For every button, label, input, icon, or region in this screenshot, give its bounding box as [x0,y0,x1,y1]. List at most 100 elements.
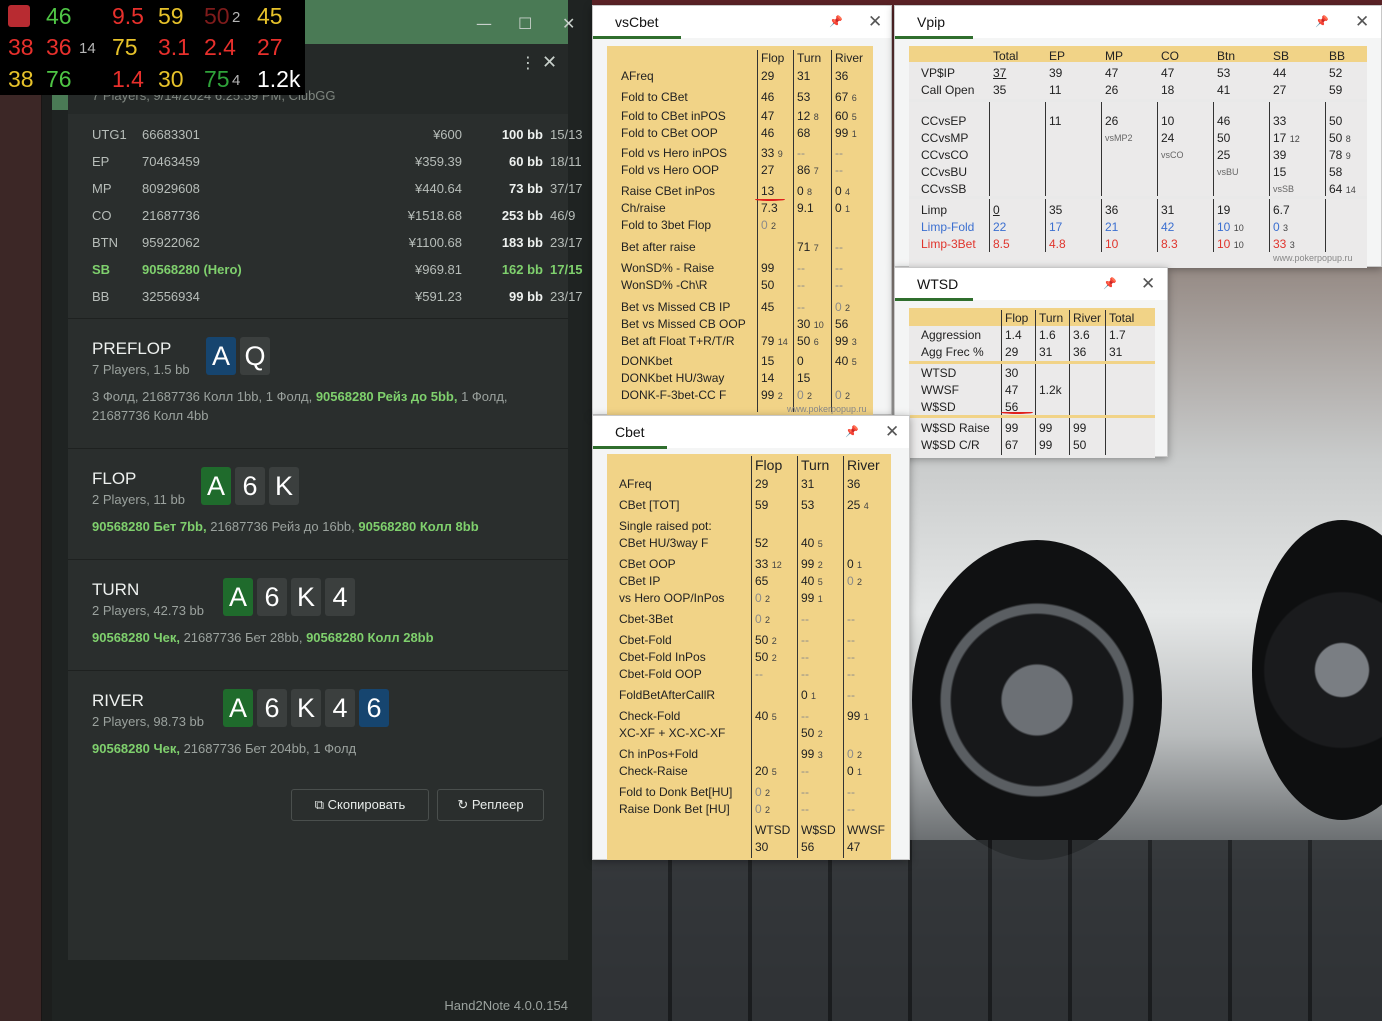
close-icon[interactable]: ✕ [885,422,899,442]
stat-value[interactable]: -- [797,277,805,294]
stat-value[interactable]: 36 [847,476,860,493]
stat-value[interactable]: 0 [797,353,804,370]
copy-button[interactable]: ⧉ Скопировать [291,789,429,821]
stat-value[interactable]: -- [797,260,805,277]
stat-value[interactable]: 10 10 [1217,219,1244,237]
stat-value[interactable]: 11 [1049,82,1061,99]
stat-value[interactable]: 44 [1273,65,1286,82]
player-row[interactable]: SB 90568280 (Hero) ¥969.81 162 bb 17/15 [92,257,583,284]
stat-value[interactable]: 0 1 [835,200,850,218]
cbet-popup[interactable]: Cbet 📌 ✕ Flop Turn River AFreq 29 31 36 CBet [T… [592,415,910,860]
stat-value[interactable]: 21 [1105,219,1118,236]
stat-value[interactable]: -- [847,632,855,649]
player-row[interactable]: MP 80929608 ¥440.64 73 bb 37/17 [92,176,583,203]
menu-dots-icon[interactable]: ⋮ [520,53,536,72]
stat-value[interactable]: 99 1 [801,590,823,608]
stat-value[interactable]: 99 [1005,420,1018,437]
stat-value[interactable]: 36 [835,68,848,85]
player-row[interactable]: CO 21687736 ¥1518.68 253 bb 46/9 [92,203,575,230]
vpip-popup[interactable]: Vpip 📌 ✕ Total EP MP CO Btn SB BB VP$IP 37 39 47 47… [894,5,1382,268]
stat-value[interactable]: -- [801,611,809,628]
close-icon[interactable]: ✕ [562,14,575,33]
stat-value[interactable]: 31 [1039,344,1052,361]
stat-value[interactable]: 68 [797,125,810,142]
stat-value[interactable]: 47 [847,839,860,856]
stat-value[interactable]: 71 7 [797,239,819,257]
stat-value[interactable]: -- [847,801,855,818]
stat-value[interactable]: 31 [797,68,810,85]
stat-value[interactable]: Flop [761,50,784,67]
stat-value[interactable]: 0 2 [847,573,862,591]
stat-value[interactable]: -- [835,145,843,162]
stat-value[interactable]: 11 [1049,113,1061,130]
stat-value[interactable]: 78 9 [1329,147,1351,165]
stat-value[interactable]: 50 [761,277,774,294]
stat-value[interactable]: -- [835,260,843,277]
stat-value[interactable]: 56 [835,316,848,333]
stat-value[interactable]: Total [993,48,1018,65]
stat-value[interactable]: 0 2 [835,299,850,317]
player-row[interactable]: BTN 95922062 ¥1100.68 183 bb 23/17 [92,230,583,257]
stat-value[interactable]: 99 [1039,420,1052,437]
stat-value[interactable]: Turn [801,457,829,474]
stat-value[interactable]: 0 2 [797,387,812,405]
stat-value[interactable]: 67 [1005,437,1018,454]
stat-value[interactable]: 0 2 [755,611,770,629]
stat-value[interactable]: -- [847,666,855,683]
stat-value[interactable]: 19 [1217,202,1230,219]
stat-value[interactable]: 0 2 [755,801,770,819]
stat-value[interactable]: 53 [797,89,810,106]
stat-value[interactable]: 0 1 [847,763,862,781]
stat-value[interactable]: 99 [1073,420,1086,437]
close-panel-icon[interactable]: ✕ [542,52,557,73]
stat-value[interactable]: 0 3 [1273,219,1288,237]
stat-value[interactable]: 50 [1329,113,1342,130]
stat-value[interactable]: 59 [755,497,768,514]
stat-value[interactable]: 59 [1329,82,1342,99]
stat-value[interactable]: -- [797,145,805,162]
stat-value[interactable]: MP [1105,48,1123,65]
stat-value[interactable]: vsBU [1217,164,1239,181]
pin-icon[interactable]: 📌 [1315,15,1329,28]
stat-value[interactable]: 31 [801,476,814,493]
stat-value[interactable]: 35 [993,82,1006,99]
stat-value[interactable]: 42 [1161,219,1174,236]
stat-value[interactable]: 25 [1217,147,1230,164]
stat-value[interactable]: 40 5 [801,535,823,553]
stat-value[interactable]: 15 [761,353,774,370]
stat-value[interactable]: 79 14 [761,333,788,351]
stat-value[interactable]: -- [801,666,809,683]
stat-value[interactable]: 46 [1217,113,1230,130]
hud-overlay[interactable]: 46 9.5 59 50 2 45 38 36 14 75 3.1 2.4 27… [0,0,305,95]
stat-value[interactable]: 9.1 [797,200,814,217]
stat-value[interactable]: 12 8 [797,108,819,126]
stat-value[interactable]: -- [801,801,809,818]
stat-value[interactable]: 10 [1105,236,1118,253]
stat-value[interactable]: 8.3 [1161,236,1178,253]
close-icon[interactable]: ✕ [1355,12,1369,32]
stat-value[interactable]: -- [847,784,855,801]
stat-value[interactable]: 50 [1217,130,1230,147]
stat-value[interactable]: 41 [1217,82,1230,99]
stat-value[interactable]: 39 [1049,65,1062,82]
stat-value[interactable]: 47 [1005,382,1018,399]
stat-value[interactable]: -- [847,611,855,628]
pin-icon[interactable]: 📌 [1103,277,1117,290]
stat-value[interactable]: Btn [1217,48,1235,65]
stat-value[interactable]: 31 [1161,202,1174,219]
table-list-scrollbar[interactable] [42,0,52,1021]
vscbet-popup[interactable]: vsCbet 📌 ✕ Flop Turn River AFreq 29 31 36 Fold … [592,5,892,416]
stat-value[interactable]: WTSD [755,822,790,839]
stat-value[interactable]: 50 [1073,437,1086,454]
stat-value[interactable]: River [1073,310,1101,327]
stat-value[interactable]: 35 [1049,202,1062,219]
stat-value[interactable]: 1.7 [1109,327,1126,344]
stat-value[interactable]: 50 8 [1329,130,1351,148]
stat-value[interactable]: -- [797,299,805,316]
stat-value[interactable]: 40 5 [801,573,823,591]
stat-value[interactable]: 29 [1005,344,1018,361]
stat-value[interactable]: River [835,50,863,67]
stat-value[interactable]: CO [1161,48,1179,65]
stat-value[interactable]: 17 [1049,219,1062,236]
minimize-icon[interactable]: — [476,14,492,33]
